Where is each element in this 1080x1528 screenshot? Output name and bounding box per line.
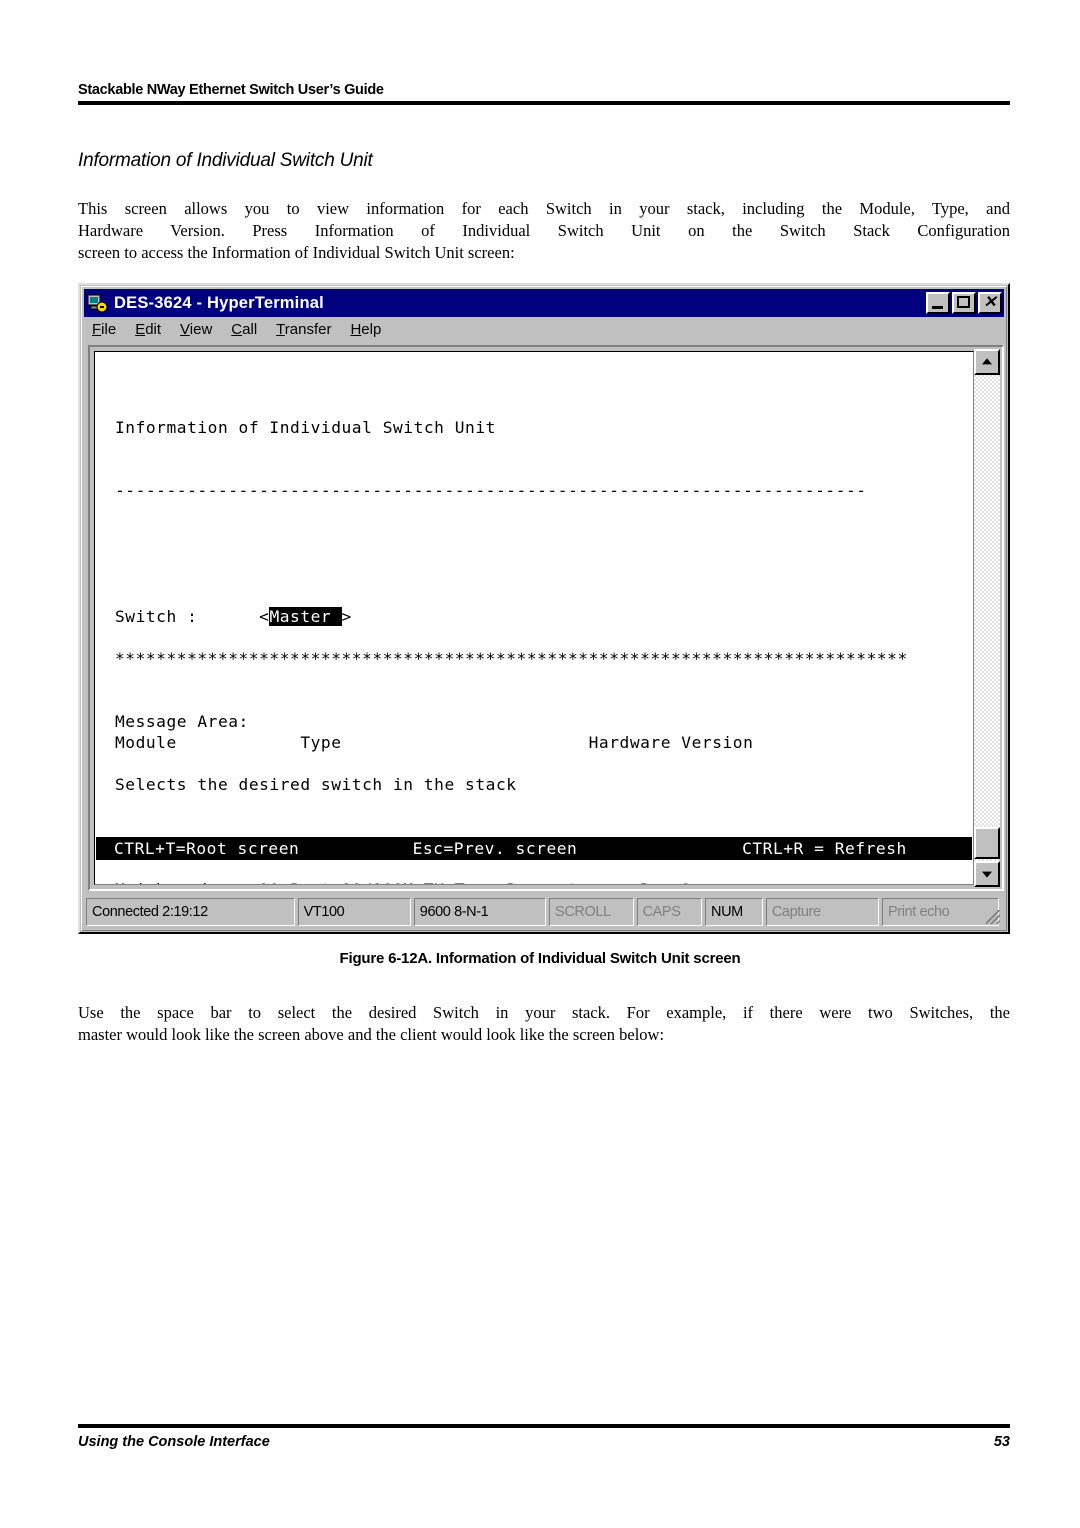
minimize-icon	[932, 306, 943, 309]
terminal-status-line: CTRL+T=Root screen Esc=Prev. screen CTRL…	[96, 837, 972, 860]
titlebar[interactable]: DES-3624 - HyperTerminal ✕	[84, 289, 1004, 317]
followup-paragraph: Use the space bar to select the desired …	[78, 1002, 1010, 1046]
menu-item-view[interactable]: View	[180, 321, 212, 338]
figure-caption: Figure 6-12A. Information of Individual …	[339, 950, 741, 967]
cell-pad	[578, 880, 640, 884]
terminal-screen[interactable]: Information of Individual Switch Unit --…	[94, 351, 974, 885]
cell-module: Mainboard	[115, 880, 208, 884]
status-print-echo-indicator: Print echo	[882, 898, 999, 926]
menu-item-file[interactable]: File	[92, 321, 116, 338]
page-footer: Using the Console Interface 53	[78, 1424, 1010, 1450]
status-left: CTRL+T=Root screen	[114, 839, 300, 858]
footer-left-text: Using the Console Interface	[78, 1434, 270, 1450]
menu-item-help[interactable]: Help	[350, 321, 381, 338]
message-area-text: Selects the desired switch in the stack	[115, 775, 517, 794]
terminal-message-block: ****************************************…	[115, 606, 908, 837]
close-icon: ✕	[983, 294, 997, 311]
menubar: File Edit View Call Transfer Help	[84, 317, 1004, 343]
menu-item-transfer[interactable]: Transfer	[276, 321, 331, 338]
status-scroll-indicator: SCROLL	[549, 898, 634, 926]
status-connected: Connected 2:19:12	[86, 898, 295, 926]
followup-paragraph-line-2: master would look like the screen above …	[78, 1025, 665, 1044]
status-line-settings: 9600 8-N-1	[413, 898, 547, 926]
status-capture-indicator: Capture	[765, 898, 880, 926]
terminal-area: Information of Individual Switch Unit --…	[88, 345, 1004, 891]
scroll-up-icon	[982, 358, 992, 365]
statusbar: Connected 2:19:12 VT100 9600 8-N-1 SCROL…	[86, 898, 1002, 926]
status-right: CTRL+R = Refresh	[742, 839, 907, 858]
intro-paragraph: This screen allows you to view informati…	[78, 198, 1010, 264]
intro-paragraph-line-3: screen to access the Information of Indi…	[78, 243, 515, 262]
menu-item-edit[interactable]: Edit	[135, 321, 161, 338]
table-row: Mainboard 20-Port 10/100M TX Type Presen…	[115, 879, 867, 884]
status-num-indicator: NUM	[705, 898, 763, 926]
scrollbar-track[interactable]	[974, 375, 1000, 861]
minimize-button[interactable]	[926, 292, 950, 314]
terminal-heading: Information of Individual Switch Unit	[115, 418, 496, 437]
followup-paragraph-line-1: Use the space bar to select the desired …	[78, 1003, 1010, 1022]
cell-pad	[208, 880, 259, 884]
maximize-icon	[957, 296, 970, 308]
window-title: DES-3624 - HyperTerminal	[114, 293, 324, 312]
terminal-divider: ----------------------------------------…	[115, 481, 867, 500]
running-head-text: Stackable NWay Ethernet Switch User’s Gu…	[78, 82, 384, 98]
scrollbar-thumb[interactable]	[974, 827, 1000, 859]
close-button[interactable]: ✕	[978, 292, 1002, 314]
menu-item-call[interactable]: Call	[231, 321, 257, 338]
scroll-down-button[interactable]	[974, 861, 1000, 887]
message-area-label: Message Area:	[115, 712, 249, 731]
hyperterminal-window-frame: DES-3624 - HyperTerminal ✕ File Edit Vie…	[81, 286, 1007, 931]
running-head-rule	[78, 101, 1010, 105]
scroll-up-button[interactable]	[974, 349, 1000, 375]
status-center: Esc=Prev. screen	[412, 839, 578, 858]
footer-rule	[78, 1424, 1010, 1428]
hyperterminal-window[interactable]: DES-3624 - HyperTerminal ✕ File Edit Vie…	[78, 283, 1010, 934]
cell-type: 20-Port 10/100M TX Type Present	[259, 880, 578, 884]
asterisk-rule: ****************************************…	[115, 649, 908, 668]
page-title: Information of Individual Switch Unit	[78, 150, 373, 171]
status-emulation: VT100	[297, 898, 411, 926]
footer-row: Using the Console Interface 53	[78, 1434, 1010, 1450]
terminal-spacer	[115, 543, 867, 564]
intro-paragraph-line-2: Hardware Version. Press Information of I…	[78, 221, 1010, 240]
maximize-button[interactable]	[952, 292, 976, 314]
intro-paragraph-line-1: This screen allows you to view informati…	[78, 199, 1010, 218]
window-controls: ✕	[926, 292, 1002, 314]
cell-hardware-version: Rev.2	[640, 880, 691, 884]
scroll-down-icon	[982, 871, 992, 878]
page-number: 53	[993, 1434, 1010, 1450]
computer-modem-icon	[87, 293, 108, 314]
manual-page: Stackable NWay Ethernet Switch User’s Gu…	[0, 0, 1080, 1528]
running-head: Stackable NWay Ethernet Switch User’s Gu…	[78, 82, 1010, 105]
status-caps-indicator: CAPS	[636, 898, 703, 926]
vertical-scrollbar[interactable]	[974, 349, 1000, 887]
